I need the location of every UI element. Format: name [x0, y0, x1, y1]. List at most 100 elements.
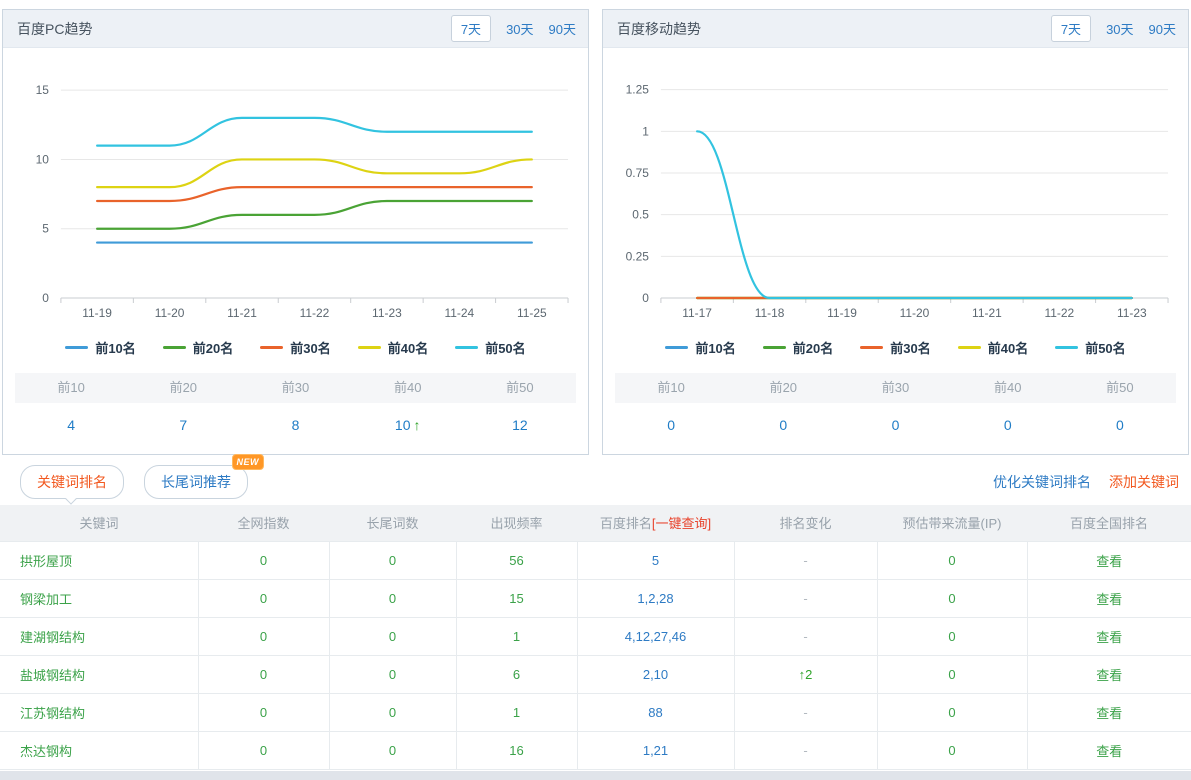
legend-item[interactable]: 前30名 [260, 338, 330, 357]
summary-value: 4 [15, 417, 127, 433]
tab-longtail-suggest[interactable]: 长尾词推荐 NEW [144, 465, 248, 499]
col-keyword: 关键词 [0, 505, 198, 541]
index-cell: 0 [198, 731, 329, 769]
svg-text:11-23: 11-23 [372, 306, 402, 320]
table-row: 拱形屋顶00565-0查看 [0, 541, 1191, 579]
pc-trend-chart[interactable]: 05101511-1911-2011-2111-2211-2311-2411-2… [3, 48, 588, 331]
tab-keyword-ranking[interactable]: 关键词排名 [20, 465, 124, 499]
summary-header-row: 前10前20前30前40前50 [615, 373, 1176, 403]
svg-text:11-22: 11-22 [1045, 306, 1075, 320]
rank-change-cell: - [734, 541, 877, 579]
longtail-cell: 0 [329, 693, 456, 731]
legend-item[interactable]: 前50名 [455, 338, 525, 357]
legend-label: 前10名 [95, 338, 135, 357]
add-keyword-link[interactable]: 添加关键词 [1109, 472, 1179, 492]
view-link[interactable]: 查看 [1027, 541, 1191, 579]
mobile-trend-chart[interactable]: 00.250.50.7511.2511-1711-1811-1911-2011-… [603, 48, 1188, 331]
keyword-table: 关键词 全网指数 长尾词数 出现频率 百度排名[一键查询] 排名变化 预估带来流… [0, 505, 1191, 770]
range-7d-button[interactable]: 7天 [1051, 15, 1091, 42]
summary-value: 0 [1064, 417, 1176, 433]
legend-item[interactable]: 前20名 [163, 338, 233, 357]
table-row: 盐城钢结构0062,10↑20查看 [0, 655, 1191, 693]
view-link[interactable]: 查看 [1027, 655, 1191, 693]
legend-item[interactable]: 前10名 [65, 338, 135, 357]
col-rank-change: 排名变化 [734, 505, 877, 541]
summary-value: 0 [727, 417, 839, 433]
summary-value: 10↑ [352, 417, 464, 433]
keyword-section: 关键词排名 长尾词推荐 NEW 优化关键词排名 添加关键词 关键词 全网指数 长… [0, 458, 1191, 770]
range-90d-button[interactable]: 90天 [1149, 19, 1176, 38]
summary-col-label: 前20 [727, 373, 839, 403]
index-cell: 0 [198, 579, 329, 617]
rank-change-cell: - [734, 731, 877, 769]
tab-label: 长尾词推荐 [161, 474, 231, 490]
legend-item[interactable]: 前40名 [958, 338, 1028, 357]
svg-text:11-19: 11-19 [82, 306, 112, 320]
legend-swatch [958, 346, 981, 349]
summary-col-label: 前30 [239, 373, 351, 403]
traffic-cell: 0 [877, 617, 1027, 655]
rank-change-cell: ↑2 [734, 655, 877, 693]
traffic-cell: 0 [877, 579, 1027, 617]
summary-header-row: 前10前20前30前40前50 [15, 373, 576, 403]
mobile-trend-summary: 前10前20前30前40前50 00000 [603, 363, 1188, 447]
baidu-rank-link[interactable]: 88 [577, 693, 734, 731]
range-group: 7天 30天 90天 [451, 15, 576, 42]
svg-text:11-20: 11-20 [155, 306, 185, 320]
rank-change-cell: - [734, 693, 877, 731]
legend-item[interactable]: 前30名 [860, 338, 930, 357]
svg-text:11-19: 11-19 [827, 306, 857, 320]
svg-text:11-25: 11-25 [517, 306, 547, 320]
view-link[interactable]: 查看 [1027, 693, 1191, 731]
legend-swatch [763, 346, 786, 349]
svg-text:0.5: 0.5 [632, 208, 649, 222]
svg-text:0: 0 [42, 291, 49, 305]
table-row: 江苏钢结构00188-0查看 [0, 693, 1191, 731]
baidu-rank-link[interactable]: 1,2,28 [577, 579, 734, 617]
legend-swatch [665, 346, 688, 349]
legend-item[interactable]: 前40名 [358, 338, 428, 357]
summary-col-label: 前50 [1064, 373, 1176, 403]
summary-values-row: 47810↑12 [15, 403, 576, 447]
one-click-query-link[interactable]: [一键查询] [652, 516, 711, 531]
summary-value: 0 [952, 417, 1064, 433]
range-group: 7天 30天 90天 [1051, 15, 1176, 42]
col-frequency: 出现频率 [456, 505, 577, 541]
svg-text:0.75: 0.75 [626, 166, 650, 180]
svg-text:11-22: 11-22 [300, 306, 330, 320]
range-7d-button[interactable]: 7天 [451, 15, 491, 42]
svg-text:1.25: 1.25 [626, 83, 650, 97]
table-row: 建湖钢结构0014,12,27,46-0查看 [0, 617, 1191, 655]
legend-item[interactable]: 前10名 [665, 338, 735, 357]
legend-label: 前30名 [290, 338, 330, 357]
legend-item[interactable]: 前50名 [1055, 338, 1125, 357]
baidu-rank-link[interactable]: 1,21 [577, 731, 734, 769]
view-link[interactable]: 查看 [1027, 617, 1191, 655]
index-cell: 0 [198, 541, 329, 579]
frequency-cell: 6 [456, 655, 577, 693]
baidu-rank-link[interactable]: 5 [577, 541, 734, 579]
keyword-cell: 建湖钢结构 [0, 617, 198, 655]
index-cell: 0 [198, 617, 329, 655]
traffic-cell: 0 [877, 731, 1027, 769]
svg-text:15: 15 [36, 83, 50, 97]
optimize-keywords-link[interactable]: 优化关键词排名 [993, 472, 1091, 492]
legend-label: 前10名 [695, 338, 735, 357]
up-arrow-icon: ↑ [414, 417, 421, 433]
legend-swatch [860, 346, 883, 349]
legend-item[interactable]: 前20名 [763, 338, 833, 357]
longtail-cell: 0 [329, 731, 456, 769]
baidu-rank-link[interactable]: 4,12,27,46 [577, 617, 734, 655]
range-30d-button[interactable]: 30天 [1106, 19, 1133, 38]
view-link[interactable]: 查看 [1027, 579, 1191, 617]
frequency-cell: 15 [456, 579, 577, 617]
trend-panels: 百度PC趋势 7天 30天 90天 05101511-1911-2011-211… [0, 0, 1191, 455]
view-link[interactable]: 查看 [1027, 731, 1191, 769]
summary-col-label: 前50 [464, 373, 576, 403]
svg-text:11-17: 11-17 [682, 306, 712, 320]
longtail-cell: 0 [329, 617, 456, 655]
col-longtail: 长尾词数 [329, 505, 456, 541]
range-90d-button[interactable]: 90天 [549, 19, 576, 38]
range-30d-button[interactable]: 30天 [506, 19, 533, 38]
baidu-rank-link[interactable]: 2,10 [577, 655, 734, 693]
